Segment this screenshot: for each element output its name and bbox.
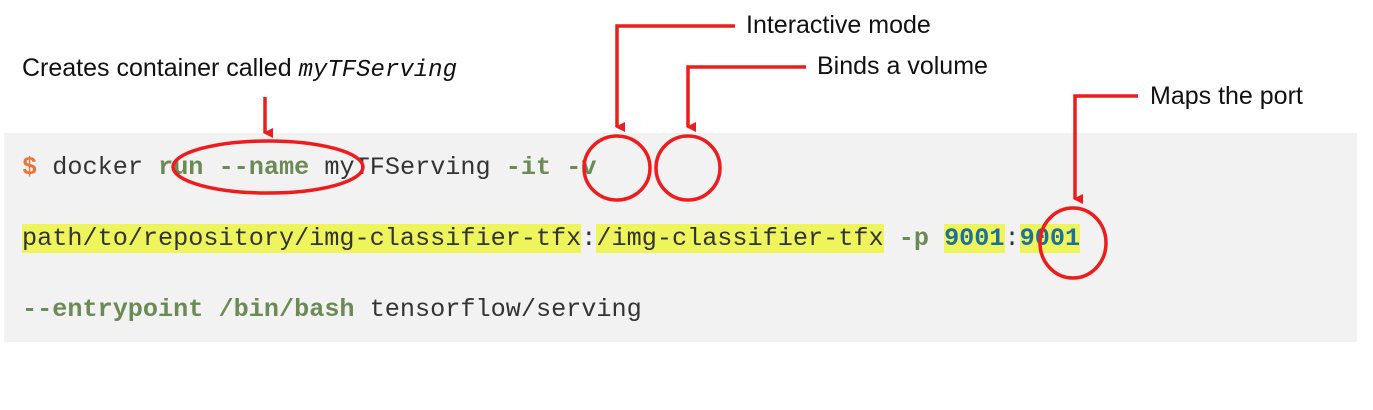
code-line-2: path/to/repository/img-classifier-tfx:/i…: [22, 224, 1081, 254]
it-flag: -it: [505, 153, 552, 182]
annotation-maps-port: Maps the port: [1150, 82, 1303, 110]
path-separator: :: [581, 224, 597, 253]
v-flag: -v: [566, 153, 597, 182]
container-port: 9001: [1019, 224, 1081, 253]
code-line-3: --entrypoint /bin/bash tensorflow/servin…: [22, 295, 642, 325]
p-flag: -p: [898, 224, 929, 253]
prompt-symbol: $: [22, 153, 38, 182]
docker-command: docker: [52, 153, 143, 182]
interactive-mode-arrow: [615, 24, 735, 132]
container-path: /img-classifier-tfx: [596, 224, 884, 253]
entrypoint-value: /bin/bash: [218, 295, 355, 324]
port-separator: :: [1004, 224, 1020, 253]
image-name: tensorflow/serving: [369, 295, 642, 324]
code-line-1: $ docker run --name myTFServing -it -v: [22, 153, 597, 183]
run-keyword: run: [158, 153, 204, 182]
annotation-container-name: myTFServing: [298, 57, 457, 84]
container-name-value: myTFServing: [324, 153, 491, 182]
name-flag: --name: [218, 153, 310, 182]
host-path: path/to/repository/img-classifier-tfx: [22, 224, 582, 253]
annotation-creates-container-text: Creates container called: [22, 54, 292, 82]
binds-volume-arrow: [686, 65, 806, 132]
code-block: $ docker run --name myTFServing -it -v p…: [4, 133, 1357, 342]
host-port: 9001: [944, 224, 1005, 253]
annotation-creates-container: Creates container called myTFServing: [22, 53, 457, 86]
annotation-interactive-mode: Interactive mode: [746, 11, 931, 39]
entrypoint-flag: --entrypoint: [22, 295, 204, 324]
annotation-binds-volume: Binds a volume: [817, 52, 988, 80]
